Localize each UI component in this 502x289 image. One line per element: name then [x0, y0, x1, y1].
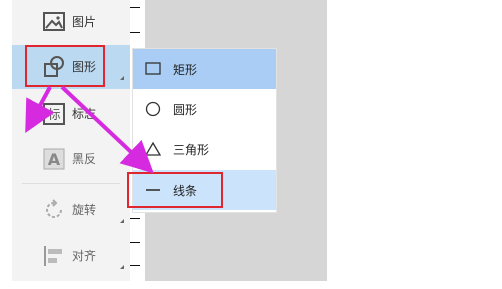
arrow-to-line [60, 85, 154, 174]
annotation-arrows [25, 85, 154, 174]
arrow-to-marker [25, 86, 55, 134]
